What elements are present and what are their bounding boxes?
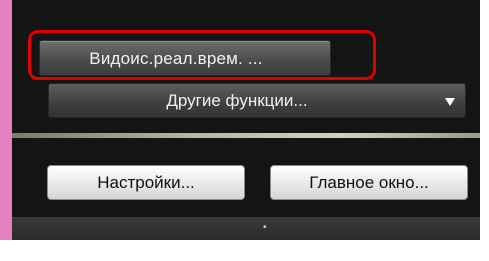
right-margin bbox=[480, 0, 489, 261]
left-accent-border bbox=[0, 0, 12, 240]
divider bbox=[12, 133, 480, 138]
settings-button[interactable]: Настройки... bbox=[47, 165, 245, 200]
other-functions-label: Другие функции... bbox=[166, 91, 308, 110]
live-view-button-highlight bbox=[28, 30, 376, 80]
collapse-bar[interactable]: • bbox=[12, 217, 480, 240]
triangle-down-icon bbox=[445, 98, 455, 106]
dot-icon: • bbox=[263, 222, 267, 233]
main-window-button[interactable]: Главное окно... bbox=[270, 165, 468, 200]
other-functions-dropdown[interactable]: Другие функции... bbox=[48, 83, 466, 118]
